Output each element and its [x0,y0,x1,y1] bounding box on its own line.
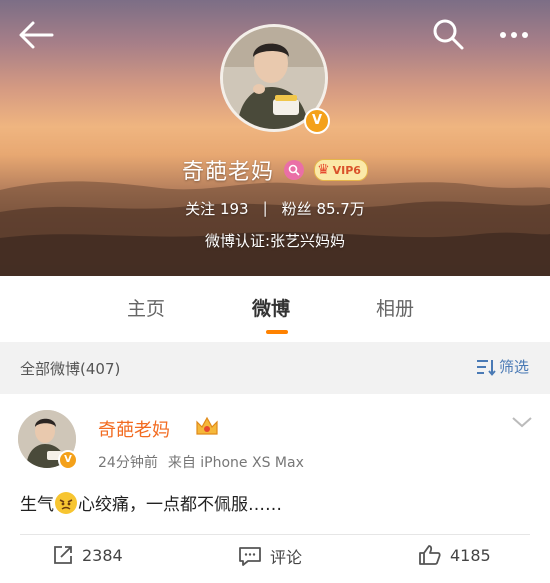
profile-tabs: 主页 微博 相册 [0,276,550,342]
following-count: 193 [219,199,249,218]
fans-label: 粉丝 [281,199,312,218]
all-weibo-label[interactable]: 全部微博(407) [20,358,120,379]
verified-badge-icon: V [304,108,330,134]
filter-bar: 全部微博(407) 筛选 [0,342,550,394]
active-tab-indicator [266,330,288,334]
tab-album[interactable]: 相册 [376,294,414,321]
tab-weibo[interactable]: 微博 [252,294,290,321]
follow-stats: 关注 193 | 粉丝 85.7万 [0,196,550,220]
post-content: 生气 心绞痛，一点都不佩服…… [20,490,282,515]
profile-header: V 奇葩老妈 ♛ VIP6 关注 193 | 粉丝 85.7万 微博认证:张艺兴… [0,0,550,276]
comment-button[interactable]: 评论 [238,544,302,568]
post-text-after-emoji: 心绞痛，一点都不佩服…… [78,495,282,515]
fans-count: 85.7万 [316,199,365,218]
repost-button[interactable]: 2384 [52,544,123,566]
crown-icon: ♛ [317,162,330,178]
post-author-name[interactable]: 奇葩老妈 [98,416,170,442]
search-icon[interactable] [430,16,466,52]
filter-button[interactable]: 筛选 [476,356,529,377]
post-time: 24分钟前 [98,455,158,471]
filter-label: 筛选 [499,358,530,376]
stats-separator: | [262,199,268,217]
comment-icon [239,547,261,566]
fans-stat[interactable]: 粉丝 85.7万 [282,198,365,219]
chevron-down-icon[interactable] [510,414,534,430]
angry-emoji-icon [55,491,77,514]
vip-crown-icon [196,416,218,435]
thumbs-up-icon [419,545,441,565]
weibo-post[interactable]: V 奇葩老妈 24分钟前 来自 iPhone XS Max 生气 心绞痛，一点都不… [0,394,550,583]
profile-name: 奇葩老妈 [182,160,275,185]
following-stat[interactable]: 关注 193 [185,198,248,219]
filter-icon [477,359,496,376]
post-divider [20,534,530,535]
tab-home[interactable]: 主页 [127,294,165,321]
following-label: 关注 [185,199,216,218]
like-button[interactable]: 4185 [418,544,491,566]
post-text-before-emoji: 生气 [20,495,54,515]
vip-label: VIP6 [332,163,361,177]
comment-label: 评论 [270,548,303,567]
more-icon[interactable] [494,18,534,52]
super-topic-icon[interactable] [284,160,305,180]
repost-icon [54,546,72,564]
back-arrow-icon[interactable] [16,18,56,52]
post-meta: 24分钟前 来自 iPhone XS Max [98,452,304,472]
certification-text: 微博认证:张艺兴妈妈 [204,232,346,250]
verified-badge-icon: V [58,450,78,470]
vip-badge[interactable]: ♛ VIP6 [314,159,368,181]
post-source: 来自 iPhone XS Max [167,455,304,471]
like-count: 4185 [450,545,491,565]
profile-name-row: 奇葩老妈 ♛ VIP6 [0,152,550,188]
post-actions: 2384 评论 4185 [0,544,550,574]
repost-count: 2384 [82,545,123,565]
